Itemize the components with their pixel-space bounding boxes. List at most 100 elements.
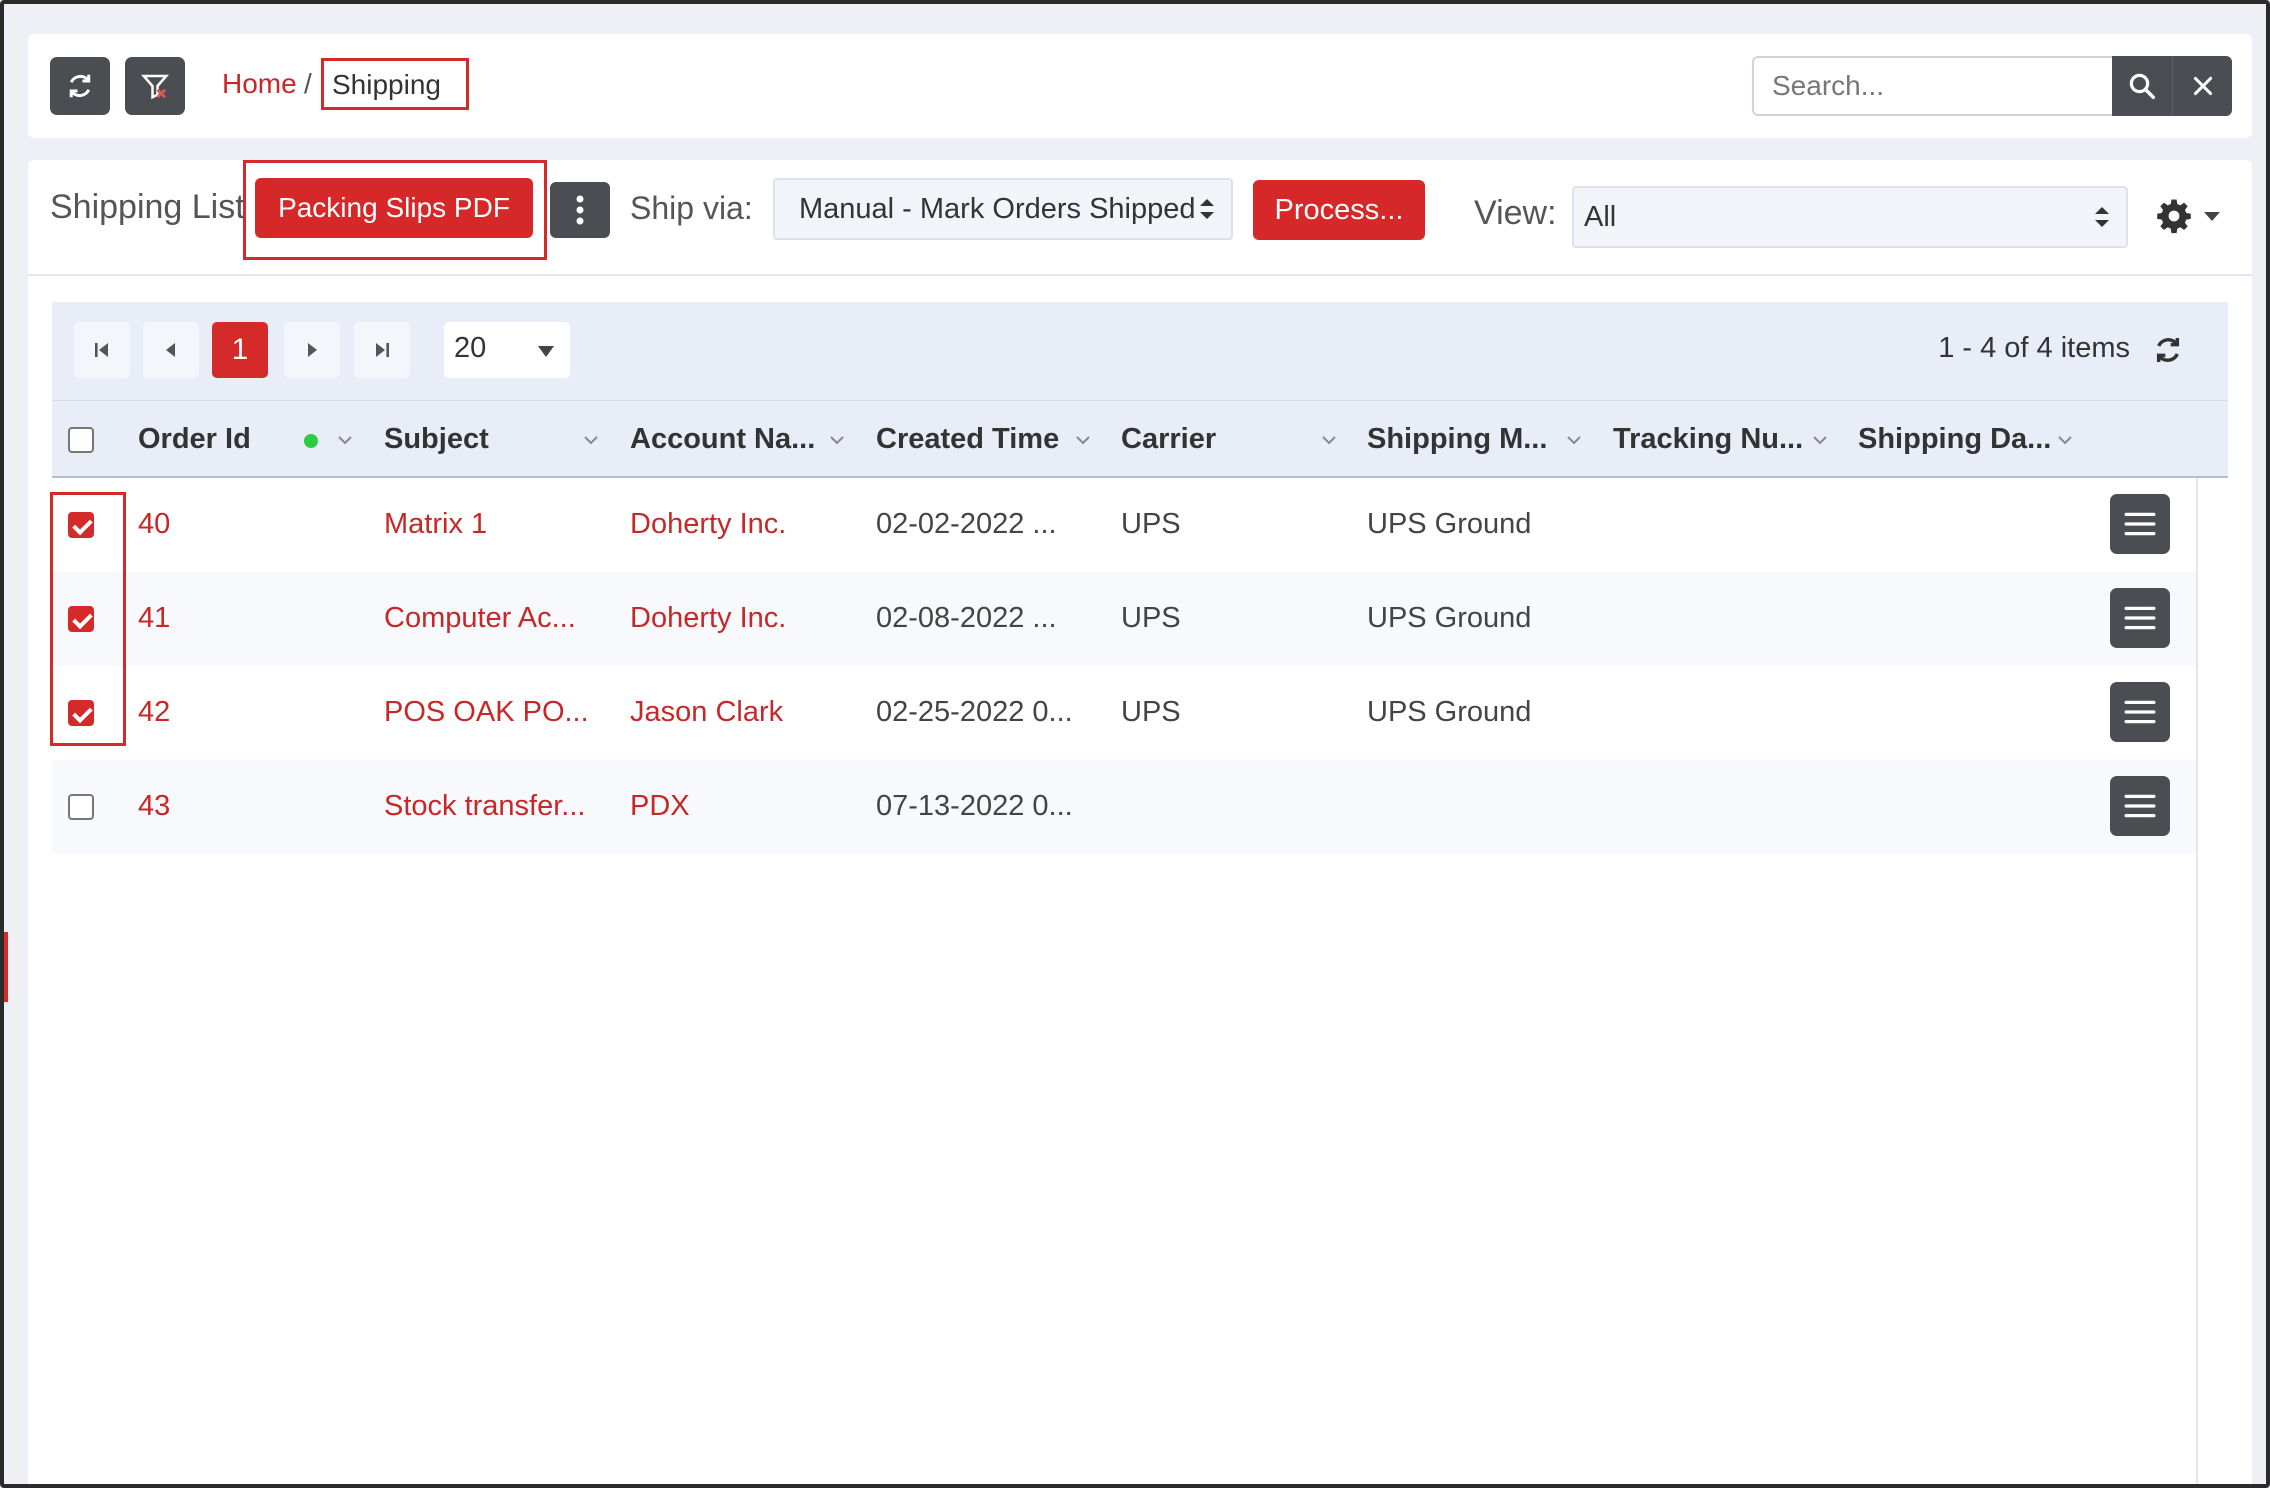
- created-time-cell: 02-25-2022 0...: [876, 696, 1073, 728]
- last-page-button[interactable]: [354, 322, 410, 378]
- carrier-cell: UPS: [1121, 602, 1181, 634]
- sort-updown-icon: [2095, 207, 2109, 227]
- created-time-cell: 07-13-2022 0...: [876, 790, 1073, 822]
- chevron-down-icon[interactable]: [1813, 435, 1827, 445]
- chevron-down-icon[interactable]: [584, 435, 598, 445]
- shipping-grid: 1 20 1 - 4 of 4 items Order Id Subject A…: [50, 302, 2228, 1484]
- chevron-down-icon[interactable]: [1567, 435, 1581, 445]
- order-id-link[interactable]: 43: [138, 790, 170, 823]
- scrollbar-track[interactable]: [2196, 478, 2198, 1484]
- order-id-link[interactable]: 40: [138, 508, 170, 541]
- divider: [28, 274, 2252, 276]
- hamburger-icon: [2124, 512, 2156, 536]
- ship-via-select[interactable]: Manual - Mark Orders Shipped: [773, 178, 1233, 240]
- subject-link[interactable]: POS OAK PO...: [384, 696, 589, 729]
- first-page-button[interactable]: [74, 322, 130, 378]
- first-page-icon: [95, 343, 108, 357]
- side-marker: [4, 932, 8, 1002]
- chevron-down-icon[interactable]: [1322, 435, 1336, 445]
- row-menu-button[interactable]: [2110, 494, 2170, 554]
- column-header-account-name[interactable]: Account Na...: [630, 423, 815, 456]
- chevron-down-icon[interactable]: [2058, 435, 2072, 445]
- column-header-subject[interactable]: Subject: [384, 423, 489, 456]
- shipping-method-cell: UPS Ground: [1367, 508, 1532, 540]
- shipping-method-cell: UPS Ground: [1367, 696, 1532, 728]
- account-link[interactable]: PDX: [630, 790, 690, 823]
- refresh-icon[interactable]: [2152, 334, 2184, 366]
- account-link[interactable]: Doherty Inc.: [630, 602, 786, 635]
- last-page-icon: [376, 343, 389, 357]
- subject-link[interactable]: Computer Ac...: [384, 602, 576, 635]
- next-page-icon: [308, 343, 317, 357]
- process-button[interactable]: Process...: [1253, 180, 1425, 240]
- clear-search-button[interactable]: [2172, 56, 2232, 116]
- search-button[interactable]: [2112, 56, 2172, 116]
- created-time-cell: 02-08-2022 ...: [876, 602, 1057, 634]
- chevron-down-icon[interactable]: [2204, 212, 2220, 221]
- order-id-link[interactable]: 41: [138, 602, 170, 635]
- gear-icon[interactable]: [2156, 198, 2192, 234]
- view-select[interactable]: All: [1572, 186, 2128, 248]
- search-icon: [2129, 73, 2155, 99]
- close-icon: [2193, 76, 2212, 96]
- account-link[interactable]: Doherty Inc.: [630, 508, 786, 541]
- order-id-link[interactable]: 42: [138, 696, 170, 729]
- breadcrumb-home[interactable]: Home: [222, 68, 297, 100]
- filter-clear-icon: [140, 74, 170, 100]
- chevron-down-icon: [538, 346, 554, 357]
- column-header-carrier[interactable]: Carrier: [1121, 423, 1216, 456]
- subject-link[interactable]: Stock transfer...: [384, 790, 585, 823]
- row-menu-button[interactable]: [2110, 588, 2170, 648]
- content-panel: Shipping List Packing Slips PDF Ship via…: [28, 160, 2252, 1484]
- table-row: 40 Matrix 1 Doherty Inc. 02-02-2022 ... …: [52, 478, 2196, 572]
- pager: 1 20 1 - 4 of 4 items: [52, 302, 2228, 400]
- page-size-select[interactable]: 20: [444, 322, 570, 378]
- next-page-button[interactable]: [284, 322, 340, 378]
- chevron-down-icon[interactable]: [1076, 435, 1090, 445]
- chevron-down-icon[interactable]: [338, 435, 352, 445]
- row-menu-button[interactable]: [2110, 682, 2170, 742]
- table-row: 43 Stock transfer... PDX 07-13-2022 0...: [52, 760, 2196, 854]
- app-window: Home / Shipping Shipping List Packing Sl…: [0, 0, 2270, 1488]
- prev-page-button[interactable]: [143, 322, 199, 378]
- account-link[interactable]: Jason Clark: [630, 696, 783, 729]
- refresh-icon: [69, 74, 91, 98]
- packing-slips-pdf-button[interactable]: Packing Slips PDF: [255, 178, 533, 238]
- chevron-down-icon[interactable]: [830, 435, 844, 445]
- column-header-shipping-date[interactable]: Shipping Da...: [1858, 423, 2051, 456]
- view-value: All: [1584, 200, 1617, 233]
- top-bar: Home / Shipping: [28, 34, 2252, 138]
- breadcrumb-separator: /: [304, 68, 312, 99]
- highlight-outline: [50, 492, 126, 746]
- ship-via-value: Manual - Mark Orders Shipped: [799, 192, 1196, 225]
- breadcrumb-current: Shipping: [321, 58, 469, 110]
- prev-page-icon: [166, 343, 175, 357]
- subject-link[interactable]: Matrix 1: [384, 508, 487, 541]
- shipping-method-cell: UPS Ground: [1367, 602, 1532, 634]
- search-input[interactable]: [1752, 56, 2114, 116]
- page-size-value: 20: [454, 332, 487, 364]
- table-row: 41 Computer Ac... Doherty Inc. 02-08-202…: [52, 572, 2196, 666]
- sort-updown-icon: [1197, 196, 1217, 222]
- column-header-tracking-number[interactable]: Tracking Nu...: [1613, 423, 1803, 456]
- select-all-checkbox[interactable]: [68, 427, 94, 453]
- row-checkbox[interactable]: [68, 794, 94, 820]
- carrier-cell: UPS: [1121, 696, 1181, 728]
- refresh-button[interactable]: [50, 57, 110, 115]
- ship-via-label: Ship via:: [630, 190, 753, 226]
- row-menu-button[interactable]: [2110, 776, 2170, 836]
- column-header-created-time[interactable]: Created Time: [876, 423, 1059, 456]
- column-header-order-id[interactable]: Order Id: [138, 423, 251, 456]
- page-title: Shipping List: [50, 188, 245, 226]
- table-row: 42 POS OAK PO... Jason Clark 02-25-2022 …: [52, 666, 2196, 760]
- current-page[interactable]: 1: [212, 322, 268, 378]
- more-actions-button[interactable]: [550, 182, 610, 238]
- kebab-icon: [576, 195, 584, 225]
- column-header-shipping-method[interactable]: Shipping M...: [1367, 423, 1547, 456]
- hamburger-icon: [2124, 700, 2156, 724]
- table-header: Order Id Subject Account Na... Created T…: [52, 400, 2228, 478]
- clear-filter-button[interactable]: [125, 57, 185, 115]
- hamburger-icon: [2124, 794, 2156, 818]
- carrier-cell: UPS: [1121, 508, 1181, 540]
- created-time-cell: 02-02-2022 ...: [876, 508, 1057, 540]
